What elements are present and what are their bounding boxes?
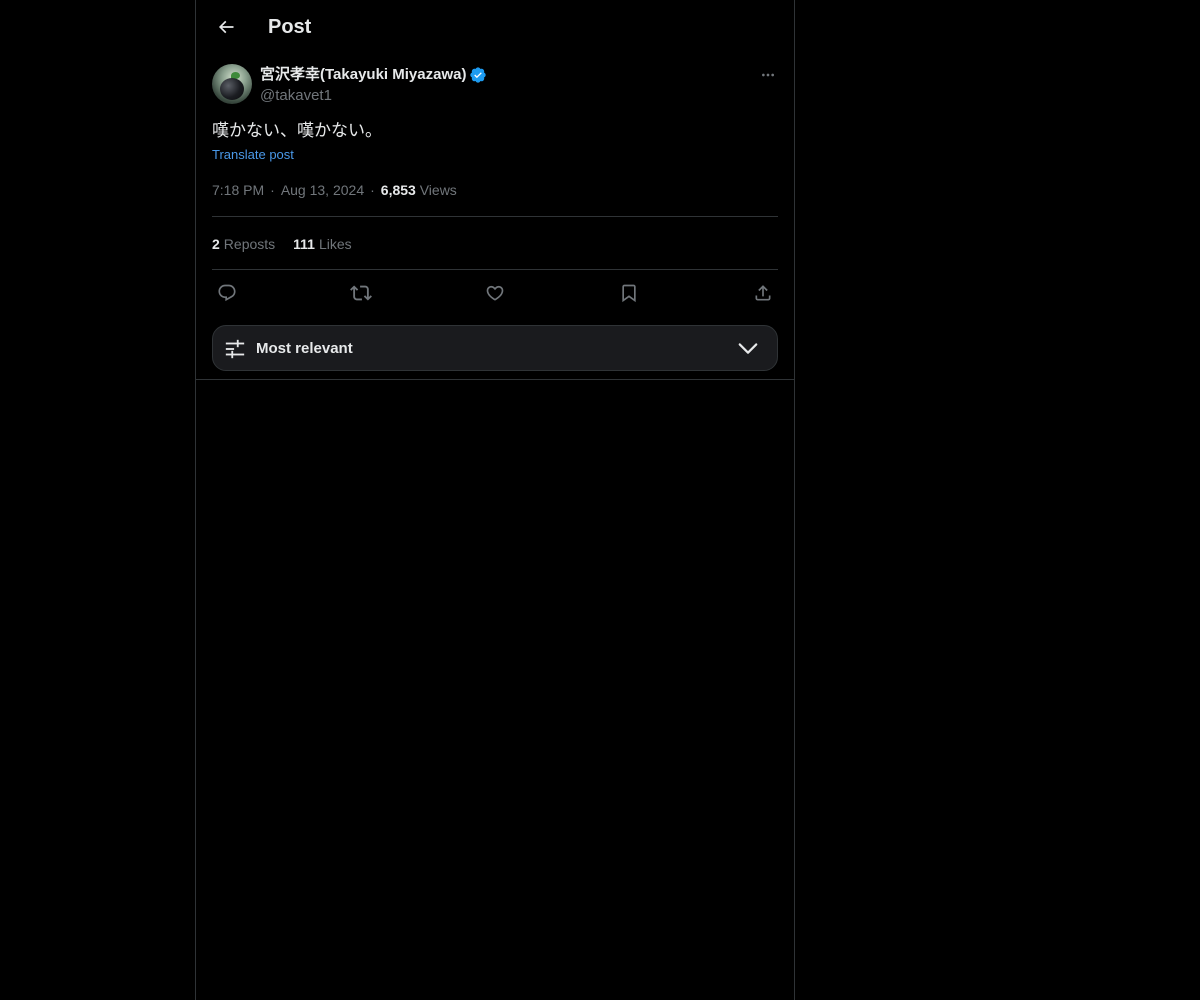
reposts-count: 2 [212, 236, 220, 252]
sliders-icon [225, 339, 245, 359]
page-title: Post [268, 16, 312, 38]
reposts-label: Reposts [223, 236, 276, 252]
like-button[interactable] [482, 280, 508, 306]
likes-stat[interactable]: 111 Likes [293, 236, 352, 252]
post-detail: 宮沢孝幸(Takayuki Miyazawa) @takavet1 嘆かない、嘆… [212, 64, 778, 371]
likes-label: Likes [318, 236, 352, 252]
share-icon [755, 285, 771, 301]
chevron-down-icon [738, 343, 758, 354]
repost-icon [350, 285, 372, 301]
author-row: 宮沢孝幸(Takayuki Miyazawa) @takavet1 [212, 64, 778, 106]
views-label: Views [419, 182, 457, 198]
more-options-button[interactable] [758, 64, 778, 86]
section-divider [196, 379, 794, 380]
verified-badge-icon [469, 66, 487, 84]
meta-separator: · [370, 182, 375, 198]
sort-label: Most relevant [256, 340, 353, 357]
back-button[interactable] [208, 9, 244, 45]
reply-button[interactable] [214, 280, 240, 306]
bookmark-icon [622, 284, 636, 303]
divider [212, 216, 778, 217]
avatar-fruit [220, 78, 244, 100]
sort-replies-dropdown[interactable]: Most relevant [212, 325, 778, 371]
more-horizontal-icon [762, 73, 774, 77]
translate-post-link[interactable]: Translate post [212, 146, 294, 164]
page-header: Post [196, 0, 794, 54]
action-bar [212, 280, 778, 306]
post-time[interactable]: 7:18 PM [212, 182, 264, 198]
reposts-stat[interactable]: 2 Reposts [212, 236, 275, 252]
divider [212, 269, 778, 270]
bookmark-button[interactable] [616, 280, 642, 306]
post-meta: 7:18 PM · Aug 13, 2024 · 6,853 Views [212, 180, 457, 200]
post-date[interactable]: Aug 13, 2024 [281, 182, 364, 198]
repost-button[interactable] [348, 280, 374, 306]
avatar[interactable] [212, 64, 252, 104]
views-count: 6,853 [380, 182, 416, 198]
author-name-link[interactable]: 宮沢孝幸(Takayuki Miyazawa) [260, 65, 487, 85]
reply-icon [218, 284, 236, 302]
likes-count: 111 [293, 236, 315, 252]
engagement-stats: 2 Reposts 111 Likes [212, 234, 370, 254]
author-display-name: 宮沢孝幸(Takayuki Miyazawa) [260, 66, 467, 83]
primary-column: Post 宮沢孝幸(Takayuki Miyazawa) @takavet1 嘆… [195, 0, 795, 1000]
arrow-left-icon [218, 20, 234, 34]
like-icon [486, 285, 504, 301]
post-text: 嘆かない、嘆かない。 [212, 121, 382, 141]
share-button[interactable] [750, 280, 776, 306]
author-handle[interactable]: @takavet1 [260, 86, 332, 106]
meta-separator: · [270, 182, 275, 198]
